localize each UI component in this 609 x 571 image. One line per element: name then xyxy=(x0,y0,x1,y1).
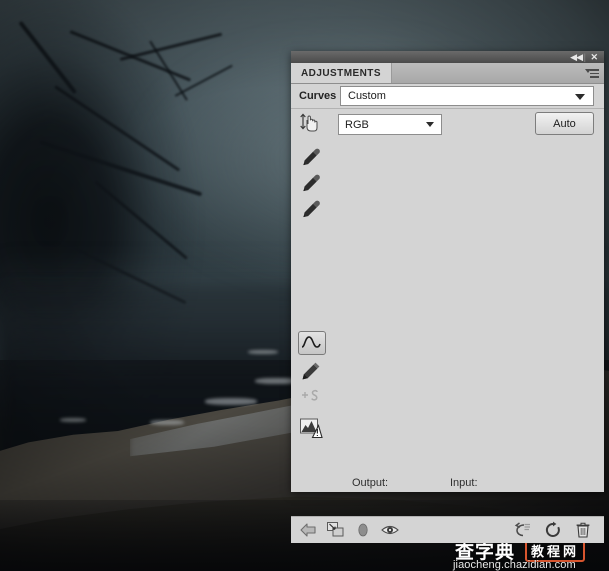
tab-adjustments[interactable]: ADJUSTMENTS xyxy=(291,63,392,83)
output-label: Output: xyxy=(352,477,389,489)
curves-label: Curves xyxy=(299,89,337,102)
menu-line xyxy=(590,76,599,78)
pencil-icon xyxy=(302,362,320,380)
mask-ellipse-icon xyxy=(358,523,368,537)
smooth-s-icon xyxy=(302,389,318,401)
target-adjustment-hand-icon xyxy=(300,113,318,132)
chevron-down-icon xyxy=(575,94,585,100)
menu-line xyxy=(590,69,599,71)
titlebar-separator: | xyxy=(583,52,586,62)
collapse-icon[interactable]: ◀◀ xyxy=(570,52,583,62)
auto-button[interactable]: Auto xyxy=(535,112,594,135)
preset-row: Curves Custom xyxy=(291,83,604,109)
input-label: Input: xyxy=(450,477,478,489)
left-arrow-icon xyxy=(300,523,316,537)
toggle-mask-button[interactable] xyxy=(353,521,373,539)
clip-to-layer-button[interactable] xyxy=(326,521,346,539)
delete-adjustment-button[interactable] xyxy=(573,521,593,539)
screenshot-root: 查字典 教程网 jiaocheng.chazidian.com ◀◀ | ✕ A… xyxy=(0,0,609,571)
panel-tab-row: ADJUSTMENTS xyxy=(291,63,604,84)
preset-dropdown[interactable]: Custom xyxy=(340,86,594,106)
panel-menu-icon[interactable] xyxy=(585,68,599,79)
adjustments-panel: ◀◀ | ✕ ADJUSTMENTS Curves Custom RGB Aut… xyxy=(291,51,604,543)
white-point-eyedropper[interactable] xyxy=(299,198,323,222)
return-to-adjustment-list-button[interactable] xyxy=(299,521,319,539)
tool-column xyxy=(291,109,335,469)
reset-adjustment-button[interactable] xyxy=(543,521,563,539)
close-icon[interactable]: ✕ xyxy=(590,52,598,62)
toggle-layer-visibility-button[interactable] xyxy=(380,521,400,539)
channel-value: RGB xyxy=(345,118,369,131)
eyedropper-icon xyxy=(303,200,320,218)
eyedropper-icon xyxy=(303,174,320,192)
smooth-curve-button[interactable] xyxy=(299,386,323,410)
menu-line xyxy=(590,72,599,74)
readout-row: Output: Input: xyxy=(291,473,604,495)
pencil-tool[interactable] xyxy=(299,359,323,383)
clip-to-layer-icon xyxy=(327,522,344,537)
preset-value: Custom xyxy=(348,90,386,102)
trash-icon xyxy=(576,522,590,538)
histogram-warning-icon xyxy=(300,418,323,439)
auto-button-label: Auto xyxy=(553,117,576,130)
black-point-eyedropper[interactable] xyxy=(299,146,323,170)
eye-icon xyxy=(381,525,399,535)
panel-bottom-bar xyxy=(291,516,604,543)
target-adjustment-tool[interactable] xyxy=(299,111,323,135)
curve-tool[interactable] xyxy=(298,331,326,355)
reset-curve-icon xyxy=(514,522,530,537)
curve-icon xyxy=(301,336,321,348)
reset-curve-button[interactable] xyxy=(513,521,533,539)
gray-point-eyedropper[interactable] xyxy=(299,172,323,196)
channel-row: RGB Auto xyxy=(291,109,604,139)
clipping-warning-icon[interactable] xyxy=(299,416,323,440)
reset-circular-arrow-icon xyxy=(545,521,560,537)
watermark-url: jiaocheng.chazidian.com xyxy=(453,559,576,571)
tab-adjustments-label: ADJUSTMENTS xyxy=(301,67,381,79)
channel-dropdown[interactable]: RGB xyxy=(338,114,442,135)
eyedropper-icon xyxy=(303,148,320,166)
chevron-down-icon xyxy=(426,122,434,127)
